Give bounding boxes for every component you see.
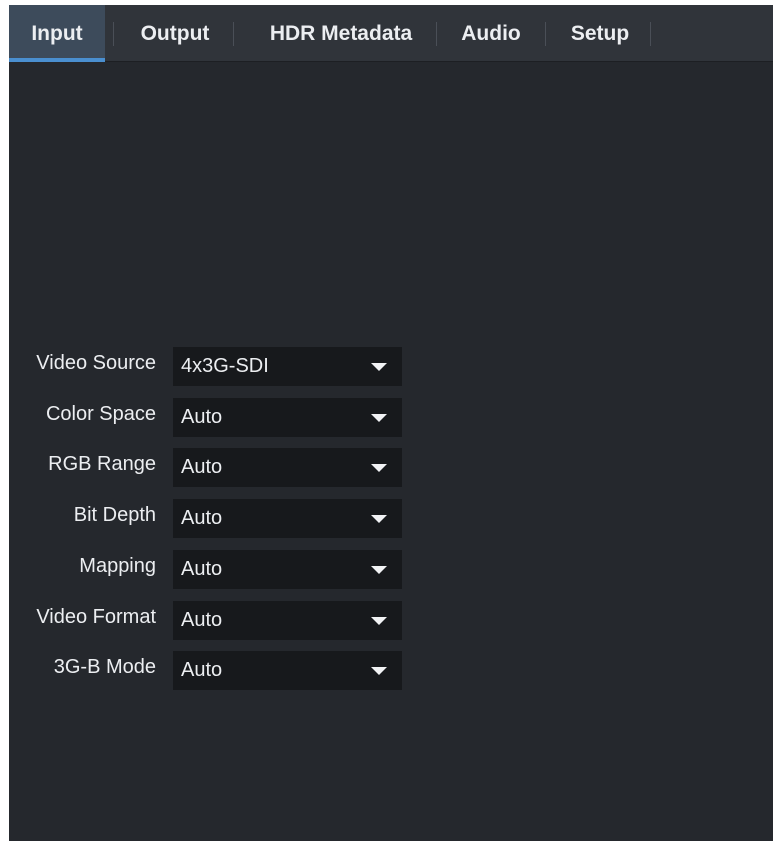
color-space-value: Auto <box>181 406 223 428</box>
tab-divider <box>650 22 651 46</box>
tab-input-label: Input <box>31 22 83 45</box>
chevron-down-icon <box>371 464 387 472</box>
video-source-select[interactable]: 4x3G-SDI <box>173 347 402 386</box>
color-space-select[interactable]: Auto <box>173 398 402 437</box>
chevron-down-icon <box>371 414 387 422</box>
chevron-down-icon <box>371 566 387 574</box>
3g-b-mode-label: 3G-B Mode <box>53 656 156 678</box>
3g-b-mode-select[interactable]: Auto <box>173 651 402 690</box>
tab-bar: Input Output HDR Metadata Audio Setup <box>9 5 773 62</box>
chevron-down-icon <box>371 617 387 625</box>
3g-b-mode-value: Auto <box>181 659 223 681</box>
tab-divider <box>113 22 114 46</box>
tab-audio[interactable]: Audio <box>446 5 536 62</box>
tab-output-label: Output <box>140 22 210 45</box>
tab-divider <box>436 22 437 46</box>
chevron-down-icon <box>371 667 387 675</box>
video-source-value: 4x3G-SDI <box>181 355 269 377</box>
mapping-label: Mapping <box>79 555 156 577</box>
chevron-down-icon <box>371 363 387 371</box>
tab-divider <box>545 22 546 46</box>
mapping-select[interactable]: Auto <box>173 550 402 589</box>
video-source-label: Video Source <box>36 352 156 374</box>
bit-depth-select[interactable]: Auto <box>173 499 402 538</box>
rgb-range-value: Auto <box>181 456 223 478</box>
video-format-select[interactable]: Auto <box>173 601 402 640</box>
tab-input[interactable]: Input <box>9 5 105 62</box>
rgb-range-select[interactable]: Auto <box>173 448 402 487</box>
video-format-value: Auto <box>181 609 223 631</box>
tab-hdr-metadata-label: HDR Metadata <box>269 22 413 45</box>
bit-depth-label: Bit Depth <box>73 504 156 526</box>
tab-output[interactable]: Output <box>125 5 225 62</box>
tab-divider <box>233 22 234 46</box>
mapping-value: Auto <box>181 558 223 580</box>
tab-hdr-metadata[interactable]: HDR Metadata <box>245 5 437 62</box>
tab-setup[interactable]: Setup <box>555 5 645 62</box>
chevron-down-icon <box>371 515 387 523</box>
tab-audio-label: Audio <box>461 22 521 45</box>
bit-depth-value: Auto <box>181 507 223 529</box>
color-space-label: Color Space <box>45 403 156 425</box>
rgb-range-label: RGB Range <box>48 453 156 475</box>
video-format-label: Video Format <box>36 606 156 628</box>
tab-setup-label: Setup <box>570 22 630 45</box>
input-settings-window: Input Output HDR Metadata Audio Setup Vi… <box>9 5 773 841</box>
